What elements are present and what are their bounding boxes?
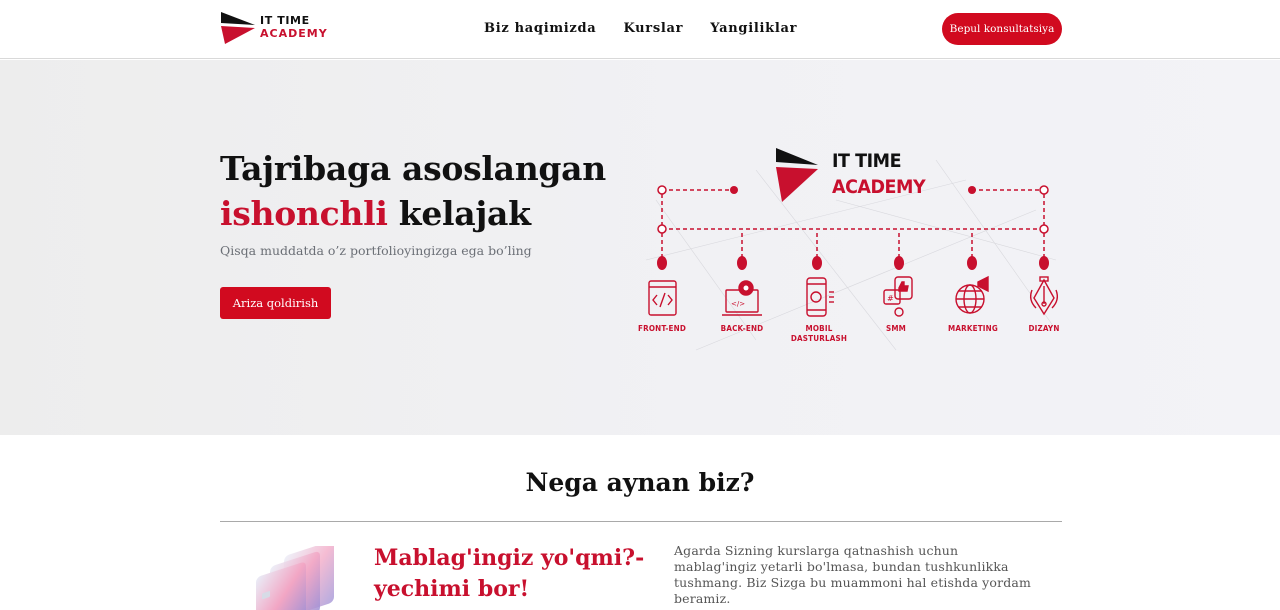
direction-label-smm: SMM xyxy=(885,324,907,333)
hero-subtitle: Qisqa muddatda o’z portfolioyingizga ega… xyxy=(220,243,532,258)
direction-label-marketing: MARKETING xyxy=(948,324,998,333)
svg-text:#: # xyxy=(887,294,894,303)
direction-label-frontend: FRONT-END xyxy=(637,324,686,333)
hero-title: Tajribaga asoslangan ishonchli kelajak xyxy=(220,146,606,236)
diagram-brand-top: IT TIME xyxy=(832,150,902,172)
logo-text-top: IT TIME xyxy=(260,14,310,27)
logo-text-bottom: ACADEMY xyxy=(260,27,328,40)
nav-about[interactable]: Biz haqimizda xyxy=(484,21,596,36)
pen-tool-icon xyxy=(1029,276,1059,316)
logo-arrow-icon xyxy=(221,12,255,44)
free-consultation-button[interactable]: Bepul konsultatsiya xyxy=(942,13,1062,45)
credit-cards-image xyxy=(254,541,336,610)
feature-description: Agarda Sizning kurslarga qatnashish uchu… xyxy=(674,543,1031,606)
svg-text:</>: </> xyxy=(731,300,745,308)
direction-label-backend: BACK-END xyxy=(720,324,764,333)
nav-news[interactable]: Yangiliklar xyxy=(710,21,797,36)
hero-title-accent: ishonchli xyxy=(220,194,388,233)
nav-courses[interactable]: Kurslar xyxy=(623,21,683,36)
gear-laptop-icon: </> xyxy=(722,280,762,316)
feature-title-line2: yechimi bor! xyxy=(374,576,530,602)
code-window-icon xyxy=(648,280,677,316)
direction-label-mobile: MOBIL DASTURLASH xyxy=(790,324,848,343)
feature-title: Mablag'ingiz yo'qmi?- yechimi bor! xyxy=(374,543,644,605)
direction-label-design: DIZAYN xyxy=(1028,324,1060,333)
diagram-brand-bottom: ACADEMY xyxy=(832,176,926,198)
courses-diagram: </> # IT TIME ACADEMY FRONT-END BACK-END… xyxy=(636,140,1066,360)
hero-title-line1: Tajribaga asoslangan xyxy=(220,149,606,188)
apply-button[interactable]: Ariza qoldirish xyxy=(220,287,331,319)
hero-section: Tajribaga asoslangan ishonchli kelajak Q… xyxy=(0,60,1280,435)
site-header: IT TIME ACADEMY Biz haqimizda Kurslar Ya… xyxy=(0,0,1280,59)
globe-megaphone-icon xyxy=(955,275,989,314)
hero-title-rest: kelajak xyxy=(387,194,531,233)
main-nav: Biz haqimizda Kurslar Yangiliklar xyxy=(484,21,797,36)
logo[interactable]: IT TIME ACADEMY xyxy=(221,12,331,46)
feature-title-line1: Mablag'ingiz yo'qmi?- xyxy=(374,545,645,571)
social-like-icon: # xyxy=(883,276,913,317)
smartphone-icon xyxy=(806,277,834,317)
why-us-title: Nega aynan biz? xyxy=(525,468,755,497)
section-divider xyxy=(220,521,1062,522)
